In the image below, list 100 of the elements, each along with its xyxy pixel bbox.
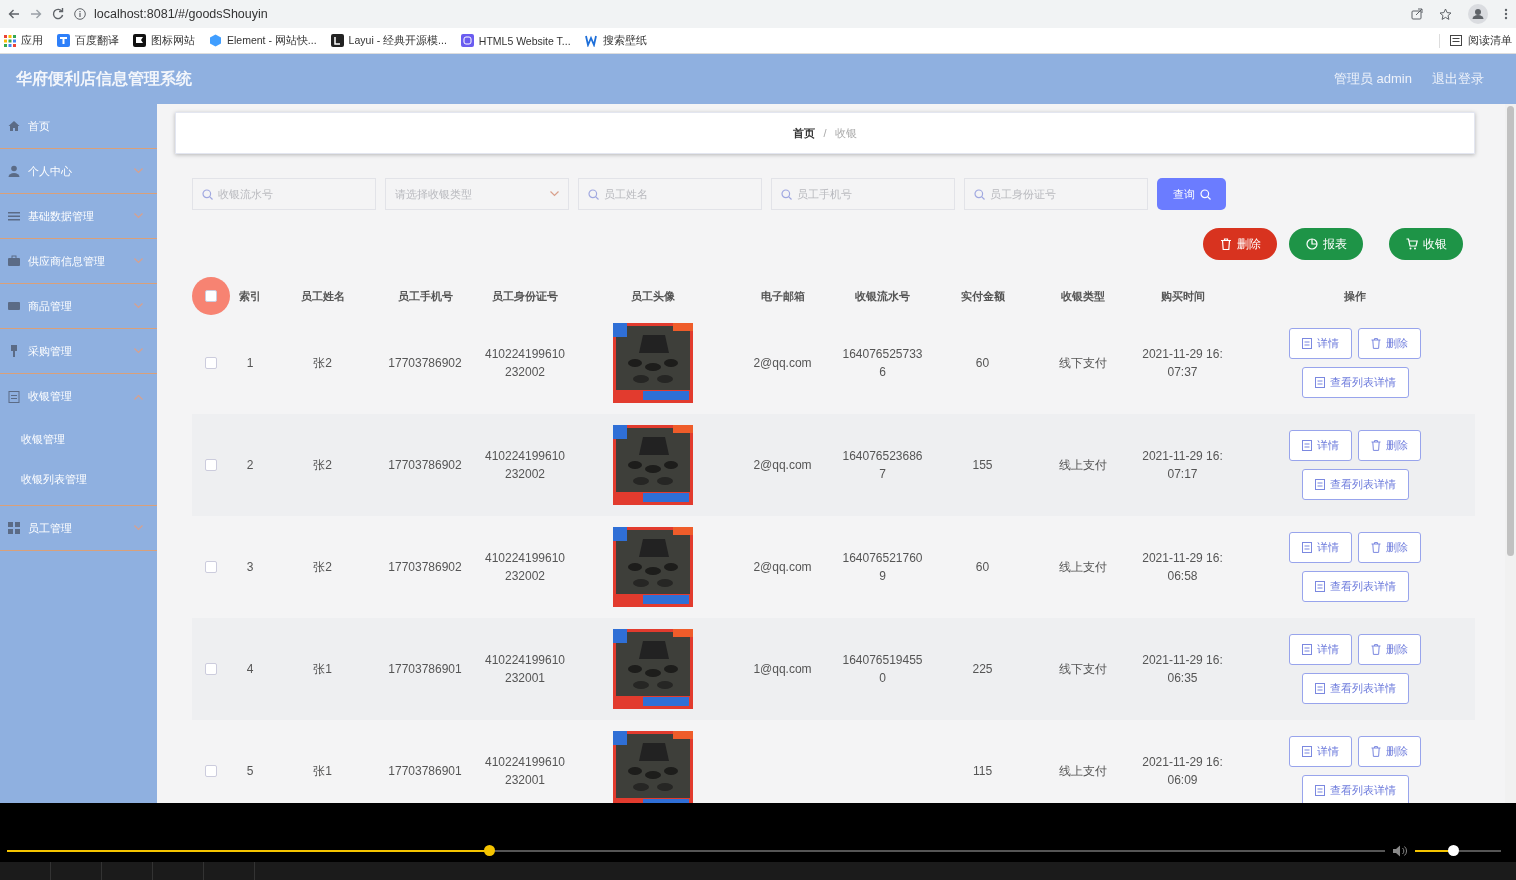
share-icon[interactable] [1411, 8, 1423, 20]
menu-icon[interactable] [1504, 8, 1508, 20]
table-cell-text: 张2 [312, 456, 333, 474]
table-cell-text: 17703786902 [387, 356, 463, 370]
translate-icon [57, 34, 70, 47]
table-cell-text: 1 [245, 356, 255, 370]
breadcrumb-link[interactable]: 首页 [793, 125, 816, 141]
document-icon [1302, 644, 1312, 655]
view-list-button[interactable]: 查看列表详情 [1301, 469, 1409, 500]
user-label: 管理员 admin [1333, 70, 1412, 88]
trash-icon [1371, 440, 1381, 451]
detail-button[interactable]: 详情 [1289, 736, 1352, 767]
table-cell-text: 线上支付 [1057, 456, 1108, 474]
bookmark-link[interactable]: 图标网站 [151, 33, 195, 48]
table-cell-text: 4 [245, 662, 255, 676]
volume-icon[interactable] [1393, 845, 1408, 857]
view-list-button[interactable]: 查看列表详情 [1301, 571, 1409, 602]
column-header: 实付金额 [959, 288, 1006, 304]
submenu-item[interactable]: 收银列表管理 [0, 459, 157, 499]
trash-icon [1371, 746, 1381, 757]
profile-icon[interactable] [1468, 4, 1488, 24]
trash-icon [1219, 238, 1232, 250]
document-icon [1314, 377, 1325, 388]
table-cell-text: 2021-11-29 16:06:09 [1141, 754, 1224, 789]
click-indicator [192, 277, 230, 315]
table-cell-text: 17703786902 [387, 560, 463, 574]
bookmark-link[interactable]: HTML5 Website T... [478, 34, 571, 47]
bookmark-link[interactable]: 搜索壁纸 [602, 33, 647, 48]
document-icon [1314, 683, 1325, 694]
table-cell: 2@qq.com [753, 560, 812, 574]
action-button[interactable]: 报表 [1289, 228, 1363, 260]
square-logo-icon [460, 34, 474, 47]
bookmark-link[interactable]: 应用 [21, 33, 43, 48]
card-icon [8, 300, 20, 312]
view-list-button[interactable]: 查看列表详情 [1301, 673, 1409, 704]
row-checkbox[interactable] [205, 357, 217, 369]
table-cell: 2@qq.com [753, 458, 812, 472]
back-icon[interactable] [8, 8, 20, 20]
column-header: 员工姓名 [299, 288, 346, 304]
table-cell-text: 1640765194550 [841, 652, 924, 687]
column-header: 操作 [1343, 288, 1367, 304]
detail-button[interactable]: 详情 [1289, 634, 1352, 665]
view-list-button[interactable]: 查看列表详情 [1301, 775, 1409, 803]
search-icon [202, 188, 213, 200]
document-icon [1302, 440, 1312, 451]
row-checkbox[interactable] [205, 561, 217, 573]
delete-button[interactable]: 删除 [1358, 634, 1421, 665]
select-all-checkbox[interactable] [205, 290, 217, 302]
list-icon [8, 210, 20, 222]
table-cell-text: 410224199610232002 [483, 448, 567, 483]
bookmark-link[interactable]: Element - 网站快... [227, 33, 317, 48]
bookmark-link[interactable]: Layui - 经典开源模... [348, 33, 447, 48]
search-icon [974, 188, 985, 200]
column-header: 员工身份证号 [491, 288, 559, 304]
star-icon[interactable] [1439, 7, 1452, 21]
delete-button[interactable]: 删除 [1358, 430, 1421, 461]
detail-button[interactable]: 详情 [1289, 532, 1352, 563]
slider-thumb[interactable] [484, 845, 496, 856]
detail-button[interactable]: 详情 [1289, 430, 1352, 461]
grid-icon [8, 522, 20, 534]
pin-icon [8, 345, 20, 357]
chevron-icon [134, 213, 143, 219]
row-checkbox[interactable] [205, 663, 217, 675]
table-cell-text: 2021-11-29 16:07:37 [1141, 346, 1224, 381]
reading-list-link[interactable]: 阅读清单 [1468, 33, 1512, 48]
table-cell-text: 1640765236867 [841, 448, 924, 483]
table-cell-text: 1640765217609 [841, 550, 924, 585]
sidebar-item[interactable]: 收银管理 [0, 374, 157, 419]
table-cell-text: 张2 [312, 558, 333, 576]
delete-button[interactable]: 删除 [1203, 228, 1277, 260]
delete-button[interactable]: 删除 [1358, 736, 1421, 767]
document-icon [1314, 479, 1325, 490]
row-checkbox[interactable] [205, 765, 217, 777]
column-header: 员工手机号 [396, 288, 454, 304]
reload-icon[interactable] [52, 8, 64, 20]
table-cell-text: 60 [974, 560, 991, 574]
pie-chart-icon [1305, 238, 1318, 250]
table-cell-text: 张1 [312, 660, 333, 678]
chevron-icon [550, 191, 559, 197]
view-list-button[interactable]: 查看列表详情 [1301, 367, 1409, 398]
query-button[interactable]: 查询 [1157, 178, 1226, 210]
table-cell-text: 115 [971, 764, 994, 778]
delete-button[interactable]: 删除 [1358, 328, 1421, 359]
action-button[interactable]: 收银 [1389, 228, 1463, 260]
search-icon [781, 188, 792, 200]
delete-button[interactable]: 删除 [1358, 532, 1421, 563]
row-checkbox[interactable] [205, 459, 217, 471]
document-icon [1302, 542, 1312, 553]
detail-button[interactable]: 详情 [1289, 328, 1352, 359]
table-cell-text: 410224199610232001 [483, 652, 567, 687]
submenu-item[interactable]: 收银管理 [0, 419, 157, 459]
table-cell-text: 155 [971, 458, 994, 472]
table-cell-text: 线上支付 [1057, 558, 1108, 576]
chevron-icon [134, 168, 143, 174]
scrollbar[interactable] [1505, 104, 1516, 803]
slider-thumb[interactable] [1447, 845, 1459, 856]
table-cell-text: 17703786901 [387, 662, 463, 676]
chevron-icon [134, 393, 143, 400]
bookmark-link[interactable]: 百度翻译 [75, 33, 119, 48]
document-icon [1314, 785, 1325, 796]
